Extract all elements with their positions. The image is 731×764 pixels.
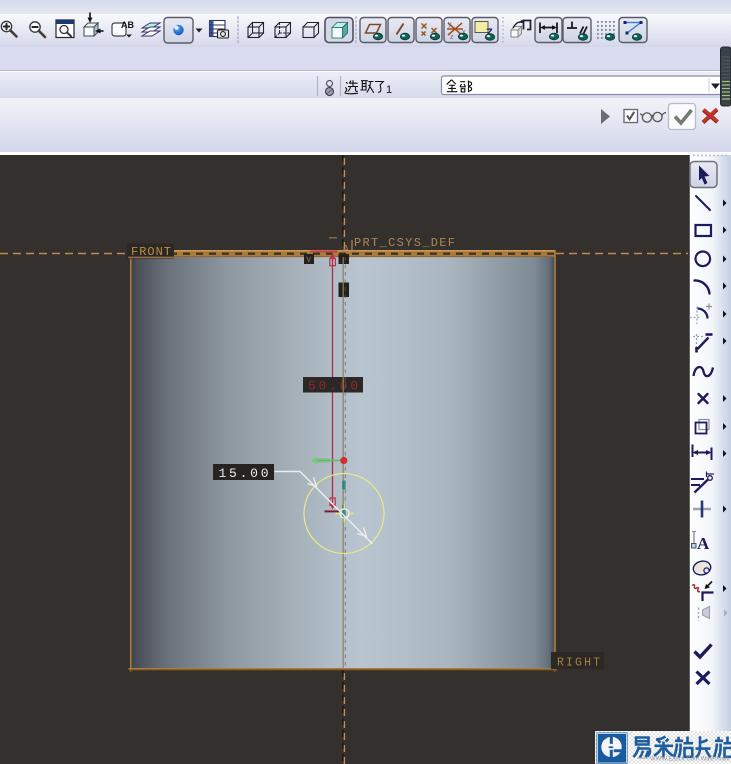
svg-text:y: y [448, 21, 452, 28]
svg-text:1: 1 [386, 84, 392, 96]
svg-text:15.00: 15.00 [219, 466, 269, 481]
svg-text:PRT_CSYS_DEF: PRT_CSYS_DEF [354, 236, 455, 250]
svg-text:RIGHT: RIGHT [557, 657, 600, 670]
svg-text:z: z [450, 34, 454, 41]
svg-text:A: A [343, 245, 349, 256]
svg-text:A: A [697, 534, 710, 553]
svg-text:AB: AB [121, 20, 134, 30]
svg-text:50.00: 50.00 [308, 379, 358, 394]
svg-text:WWW.Easck.Com Watermark: WWW.Easck.Com Watermark [650, 757, 731, 763]
